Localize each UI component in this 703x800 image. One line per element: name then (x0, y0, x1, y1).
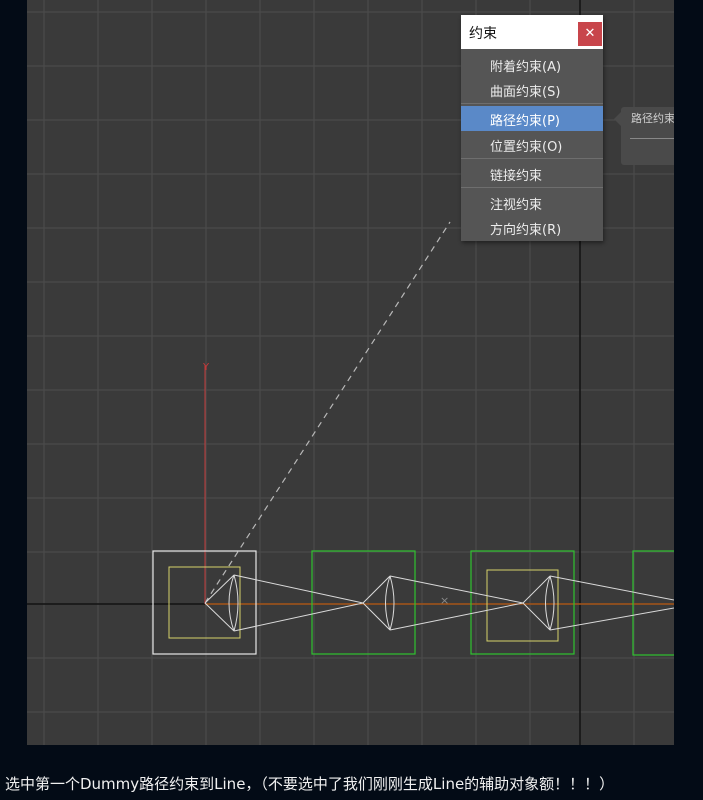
menu-item-label: 附着约束(A) (490, 60, 562, 75)
menu-item-label: 链接约束 (490, 169, 543, 184)
dummy-inner-box (486, 569, 559, 642)
menu-item-label: 位置约束(O) (490, 140, 563, 155)
close-icon[interactable]: ✕ (578, 22, 602, 46)
tooltip-divider (630, 138, 674, 139)
screenshot-frame: Y × 路径约束 约束 ✕ 附着约束(A) 曲面约束(S) 路径约束(P) 位置… (0, 0, 703, 800)
menu-title-bar: 约束 ✕ (461, 15, 603, 49)
menu-item-label: 方向约束(R) (490, 223, 562, 238)
center-marker: × (440, 594, 449, 607)
menu-separator (461, 103, 603, 104)
menu-item-orientation-constraint[interactable]: 方向约束(R) (461, 215, 603, 240)
menu-item-position-constraint[interactable]: 位置约束(O) (461, 132, 603, 157)
menu-title: 约束 (469, 26, 497, 42)
menu-separator (461, 187, 603, 188)
menu-item-label: 曲面约束(S) (490, 85, 561, 100)
menu-separator (461, 158, 603, 159)
menu-item-label: 注视约束 (490, 198, 543, 213)
pick-dashed-line (204, 221, 451, 604)
menu-item-link-constraint[interactable]: 链接约束 (461, 161, 603, 186)
constraint-menu: 约束 ✕ 附着约束(A) 曲面约束(S) 路径约束(P) 位置约束(O) 链接约… (461, 15, 603, 241)
pivot-y-axis-label: Y (202, 362, 210, 373)
tooltip-text: 路径约束 (631, 112, 674, 125)
caption-text: 选中第一个Dummy路径约束到Line，（不要选中了我们刚刚生成Line的辅助对… (5, 775, 615, 793)
menu-item-surface-constraint[interactable]: 曲面约束(S) (461, 77, 603, 102)
menu-item-label: 路径约束(P) (490, 114, 560, 129)
menu-item-attach-constraint[interactable]: 附着约束(A) (461, 52, 603, 77)
dummy-box[interactable] (632, 550, 674, 656)
menu-item-lookat-constraint[interactable]: 注视约束 (461, 190, 603, 215)
menu-item-path-constraint[interactable]: 路径约束(P) (461, 106, 603, 131)
tooltip-arrow (614, 112, 621, 126)
